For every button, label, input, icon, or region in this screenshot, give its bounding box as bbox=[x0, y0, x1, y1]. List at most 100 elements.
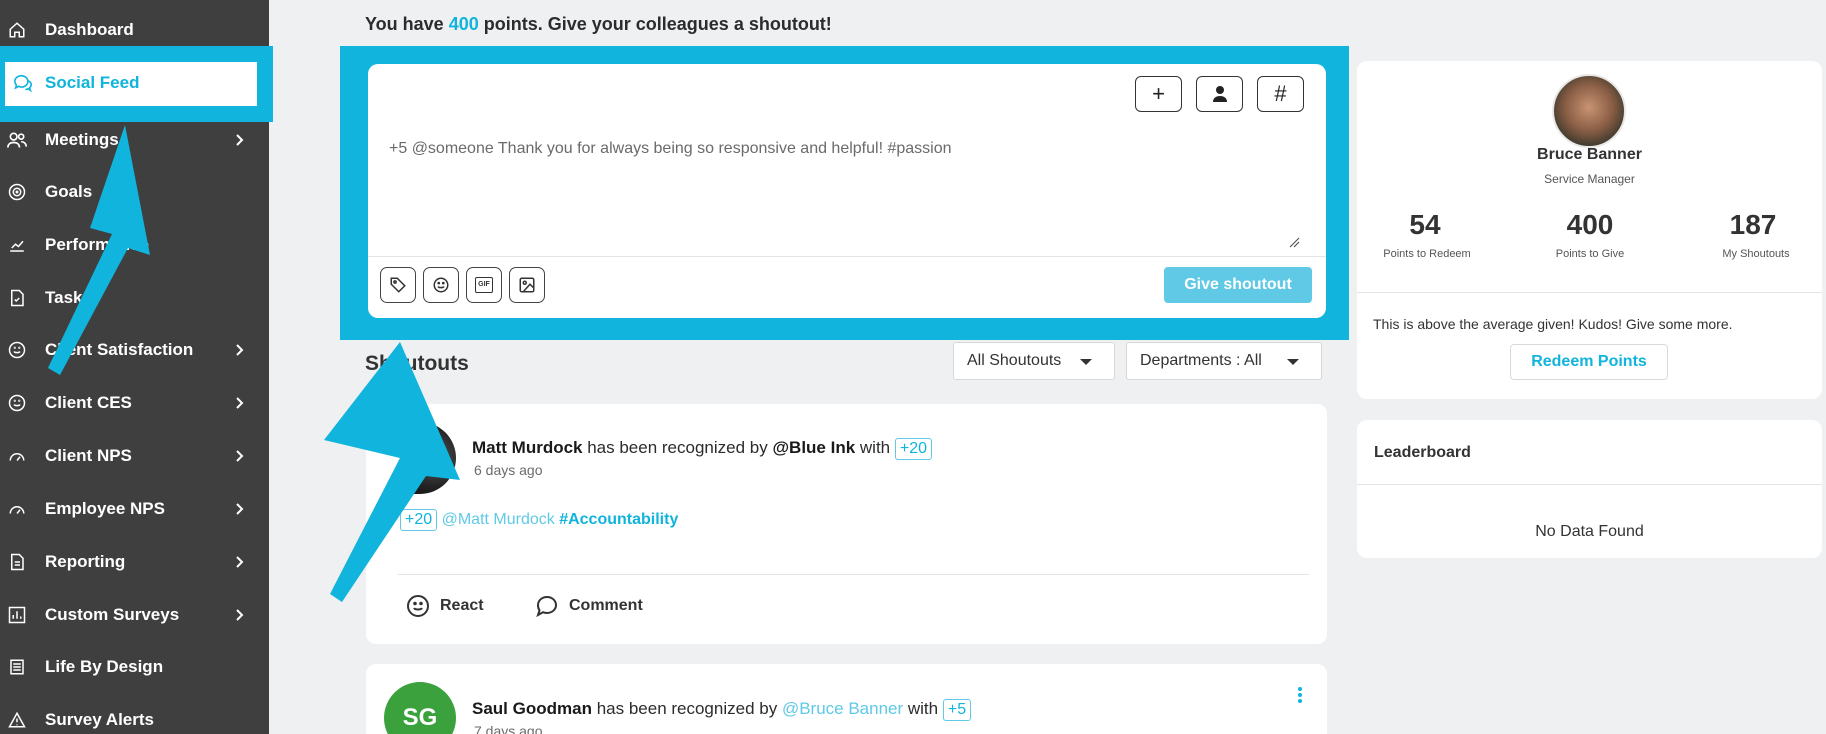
points-badge: +20 bbox=[894, 438, 932, 460]
sidebar-item-label: Survey Alerts bbox=[45, 710, 154, 729]
sidebar-item-custom-surveys[interactable]: Custom Surveys bbox=[0, 595, 269, 635]
tag-icon bbox=[390, 277, 406, 293]
task-icon bbox=[7, 288, 27, 308]
giver-name[interactable]: @Bruce Banner bbox=[782, 699, 903, 718]
leaderboard-divider bbox=[1357, 484, 1822, 485]
avatar-initials: SG bbox=[402, 704, 438, 731]
emoji-button[interactable] bbox=[423, 267, 459, 303]
post-title-text: with bbox=[855, 438, 895, 457]
comment-button[interactable]: Comment bbox=[535, 594, 643, 618]
stat-label-shoutouts: My Shoutouts bbox=[1722, 248, 1790, 260]
post-title-text: has been recognized by bbox=[591, 699, 782, 718]
add-points-button[interactable]: + bbox=[1135, 76, 1182, 112]
annotation-arrow bbox=[324, 342, 460, 602]
caret-down-icon bbox=[1287, 359, 1299, 365]
sidebar-item-social-feed[interactable]: Social Feed bbox=[0, 46, 273, 122]
comment-label: Comment bbox=[569, 597, 643, 614]
post-divider bbox=[398, 574, 1309, 575]
banner-suffix: points. Give your colleagues a shoutout! bbox=[478, 14, 832, 34]
sidebar-item-label: Life By Design bbox=[45, 657, 164, 676]
mention-person-button[interactable] bbox=[1196, 76, 1243, 112]
smile-icon bbox=[7, 393, 27, 413]
target-icon bbox=[7, 182, 27, 202]
sidebar-item-employee-nps[interactable]: Employee NPS bbox=[0, 489, 269, 529]
people-icon bbox=[7, 130, 27, 150]
gif-button[interactable]: GIF bbox=[466, 267, 502, 303]
chat-icon bbox=[13, 73, 33, 93]
give-shoutout-button[interactable]: Give shoutout bbox=[1164, 267, 1312, 303]
sidebar-item-life-by-design[interactable]: Life By Design bbox=[0, 647, 269, 687]
stat-label-give: Points to Give bbox=[1555, 248, 1625, 260]
giver-name[interactable]: @Blue Ink bbox=[772, 438, 855, 457]
post-timestamp: 7 days ago bbox=[474, 723, 543, 734]
chevron-right-icon bbox=[236, 134, 244, 146]
select-value: All Shoutouts bbox=[967, 352, 1062, 369]
kudos-message: This is above the average given! Kudos! … bbox=[1373, 316, 1733, 332]
shoutout-type-select[interactable]: All Shoutouts bbox=[953, 342, 1115, 380]
sidebar-item-survey-alerts[interactable]: Survey Alerts bbox=[0, 700, 269, 734]
hashtag-button[interactable]: # bbox=[1257, 76, 1304, 112]
more-options-icon[interactable] bbox=[1297, 686, 1303, 704]
image-icon bbox=[519, 277, 535, 293]
stat-value-shoutouts: 187 bbox=[1729, 209, 1777, 240]
sidebar-item-client-nps[interactable]: Client NPS bbox=[0, 436, 269, 476]
sidebar-item-label: Custom Surveys bbox=[45, 605, 180, 624]
plus-icon: + bbox=[1152, 81, 1165, 106]
profile-name: Bruce Banner bbox=[1537, 146, 1642, 163]
resize-handle-icon bbox=[1289, 237, 1300, 248]
comment-icon bbox=[536, 595, 558, 618]
redeem-points-button[interactable]: Redeem Points bbox=[1510, 344, 1668, 380]
tag-button[interactable] bbox=[380, 267, 416, 303]
shoutout-textarea[interactable]: +5 @someone Thank you for always being s… bbox=[389, 140, 952, 158]
stat-value-give: 400 bbox=[1566, 209, 1614, 240]
hashtag-icon: # bbox=[1274, 81, 1287, 106]
warning-icon bbox=[7, 710, 27, 730]
gauge-icon bbox=[7, 446, 27, 466]
chart-icon bbox=[7, 235, 27, 255]
sidebar-item-label: Client CES bbox=[45, 393, 132, 412]
chevron-right-icon bbox=[236, 344, 244, 356]
stat-label-redeem: Points to Redeem bbox=[1383, 248, 1471, 260]
recipient-name[interactable]: Saul Goodman bbox=[472, 699, 592, 718]
avatar bbox=[1552, 74, 1626, 148]
chevron-right-icon bbox=[236, 397, 244, 409]
emoji-icon bbox=[433, 277, 449, 293]
points-value: 400 bbox=[448, 14, 479, 34]
chevron-right-icon bbox=[236, 556, 244, 568]
chevron-right-icon bbox=[236, 609, 244, 621]
annotation-arrow bbox=[48, 125, 150, 375]
sidebar-item-label: Social Feed bbox=[45, 73, 140, 92]
leaderboard-title: Leaderboard bbox=[1374, 444, 1471, 461]
post-title-text: with bbox=[903, 699, 943, 718]
sidebar-item-label: Employee NPS bbox=[45, 499, 165, 518]
chevron-right-icon bbox=[236, 503, 244, 515]
post-title: Saul Goodman has been recognized by @Bru… bbox=[472, 699, 972, 721]
compose-divider bbox=[368, 256, 1326, 257]
points-badge: +5 bbox=[942, 699, 972, 721]
gauge-icon bbox=[7, 499, 27, 519]
profile-divider bbox=[1357, 292, 1822, 293]
smile-icon bbox=[7, 340, 27, 360]
department-select[interactable]: Departments : All bbox=[1126, 342, 1322, 380]
home-icon bbox=[7, 20, 27, 40]
banner-prefix: You have bbox=[365, 14, 449, 34]
active-item-highlight: Social Feed bbox=[5, 62, 257, 106]
select-value: Departments : All bbox=[1140, 352, 1262, 369]
bar-chart-icon bbox=[7, 605, 27, 625]
points-banner: You have 400 points. Give your colleague… bbox=[365, 14, 832, 35]
post-title-text: has been recognized by bbox=[582, 438, 773, 457]
caret-down-icon bbox=[1080, 359, 1092, 365]
sidebar-item-label: Dashboard bbox=[45, 20, 134, 39]
image-button[interactable] bbox=[509, 267, 545, 303]
stat-value-redeem: 54 bbox=[1409, 209, 1441, 240]
sidebar-item-dashboard[interactable]: Dashboard bbox=[0, 10, 269, 50]
profile-role: Service Manager bbox=[1544, 172, 1635, 186]
list-icon bbox=[7, 657, 27, 677]
sidebar-item-reporting[interactable]: Reporting bbox=[0, 542, 269, 582]
report-icon bbox=[7, 552, 27, 572]
hashtag-link[interactable]: #Accountability bbox=[559, 511, 678, 528]
sidebar-item-label: Reporting bbox=[45, 552, 126, 571]
sidebar-item-label: Client NPS bbox=[45, 446, 132, 465]
gif-icon: GIF bbox=[475, 277, 493, 293]
sidebar-item-client-ces[interactable]: Client CES bbox=[0, 383, 269, 423]
